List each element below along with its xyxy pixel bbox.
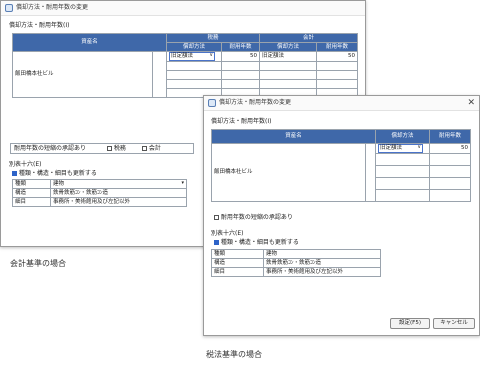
empty-cell[interactable] [166,79,223,89]
shorten-acc-option[interactable]: 会計 [142,145,161,153]
app-icon [5,4,13,12]
close-icon[interactable]: ✕ [467,96,475,110]
empty-cell[interactable] [375,153,431,166]
dialog-title: 償却方法・耐用年数の変更 [16,4,89,11]
empty-cell[interactable] [259,61,318,71]
category-value-text: 建物 [53,180,65,187]
checkbox-checked[interactable] [12,171,17,176]
tax-life-cell[interactable]: 50 [221,51,261,62]
cancel-button[interactable]: キャンセル [433,318,475,329]
detail-label: 細目 [12,197,51,207]
chevron-down-icon: ∨ [417,144,422,151]
asset-name-cell: 飯田橋本社ビル [12,51,153,98]
category-label: 種類 [211,249,264,259]
method-value: 旧定額法 [380,145,403,151]
appendix-title: 別表十六(E) [211,230,244,237]
detail-value[interactable]: 事務所・美術館用及び左記以外 [50,197,187,207]
asset-name-cell: 飯田橋本社ビル [211,143,366,202]
acc-method-cell[interactable]: 旧定額法 [259,51,318,62]
shorten-label: 耐用年数の短縮の承認あり [220,214,293,221]
header-acc-method: 償却方法 [259,42,318,52]
header-tax-life: 耐用年数 [221,42,261,52]
shorten-tax-option[interactable]: 税務 [107,145,126,153]
header-life: 耐用年数 [429,129,472,144]
header-acc-group: 会計 [259,33,359,43]
empty-cell[interactable] [429,177,472,190]
dialog-tax: 償却方法・耐用年数の変更 ✕ 償却方法・耐用年数(I) 資産名 償却方法 耐用年… [203,95,480,336]
category-value[interactable]: 建物 ▾ [50,179,187,189]
header-asset: 資産名 [11,33,168,52]
update-label: 種類・構造・細目も更新する [18,170,97,177]
empty-cell[interactable] [221,61,261,71]
empty-cell[interactable] [375,165,431,178]
title-bar: 償却方法・耐用年数の変更 [1,1,365,16]
empty-cell[interactable] [221,79,261,89]
empty-cell[interactable] [316,61,359,71]
method-table: 資産名 税務 会計 償却方法 耐用年数 償却方法 耐用年数 飯田橋本社ビル 旧定… [11,33,359,98]
category-label: 種類 [12,179,51,189]
life-cell[interactable]: 50 [429,143,472,154]
section-title: 償却方法・耐用年数(I) [9,22,70,29]
checkbox-checked[interactable] [214,240,219,245]
tax-method-select[interactable]: 旧定額法 ∨ [169,52,216,61]
asset-spacer [151,51,168,98]
update-option[interactable]: 種類・構造・細目も更新する [12,170,97,178]
method-table: 資産名 償却方法 耐用年数 飯田橋本社ビル 旧定額法 ∨ 50 [210,129,472,202]
shorten-tax-label: 税務 [113,145,126,152]
header-tax-method: 償却方法 [166,42,223,52]
empty-cell[interactable] [259,70,318,80]
detail-value[interactable]: 事務所・美術館用及び左記以外 [263,267,381,277]
empty-cell[interactable] [375,189,431,202]
checkbox[interactable] [214,215,219,220]
update-option[interactable]: 種類・構造・細目も更新する [214,239,299,247]
dialog-title: 償却方法・耐用年数の変更 [219,99,292,106]
empty-cell[interactable] [259,79,318,89]
update-label: 種類・構造・細目も更新する [220,239,299,246]
ok-button[interactable]: 設定(F5) [390,318,430,329]
shorten-approval-box: 耐用年数の短縮の承認あり 税務 会計 [10,143,194,154]
caption-tax: 税法基準の場合 [206,350,262,359]
shorten-label: 耐用年数の短縮の承認あり [14,145,87,152]
empty-cell[interactable] [429,165,472,178]
checkbox[interactable] [107,146,112,151]
title-bar: 償却方法・耐用年数の変更 ✕ [204,96,479,111]
structure-label: 構造 [211,258,264,268]
header-method: 償却方法 [375,129,431,144]
category-table: 種類 建物 構造 鉄骨鉄筋ｺﾝ・鉄筋ｺﾝ造 細目 事務所・美術館用及び左記以外 [211,249,381,277]
category-value[interactable]: 建物 [263,249,381,259]
method-select[interactable]: 旧定額法 ∨ [378,144,424,153]
tax-method-cell[interactable]: 旧定額法 ∨ [166,51,223,62]
shorten-option[interactable]: 耐用年数の短縮の承認あり [214,214,293,222]
dropdown-arrow-icon[interactable]: ▾ [181,181,184,188]
app-icon [208,99,216,107]
empty-cell[interactable] [375,177,431,190]
empty-cell[interactable] [429,189,472,202]
detail-label: 細目 [211,267,264,277]
structure-label: 構造 [12,188,51,198]
empty-cell[interactable] [166,61,223,71]
shorten-acc-label: 会計 [148,145,161,152]
empty-cell[interactable] [316,70,359,80]
header-asset: 資産名 [210,129,377,144]
asset-spacer [364,143,377,202]
category-table: 種類 建物 ▾ 構造 鉄骨鉄筋ｺﾝ・鉄筋ｺﾝ造 細目 事務所・美術館用及び左記以外 [12,179,187,207]
empty-cell[interactable] [316,79,359,89]
tax-method-value: 旧定額法 [171,53,194,59]
section-title: 償却方法・耐用年数(I) [211,118,272,125]
header-tax-group: 税務 [166,33,261,43]
appendix-title: 別表十六(E) [9,161,42,168]
acc-life-cell[interactable]: 50 [316,51,359,62]
method-cell[interactable]: 旧定額法 ∨ [375,143,431,154]
structure-value[interactable]: 鉄骨鉄筋ｺﾝ・鉄筋ｺﾝ造 [263,258,381,268]
empty-cell[interactable] [221,70,261,80]
caption-accounting: 会計基準の場合 [10,259,66,268]
empty-cell[interactable] [429,153,472,166]
structure-value[interactable]: 鉄骨鉄筋ｺﾝ・鉄筋ｺﾝ造 [50,188,187,198]
empty-cell[interactable] [166,70,223,80]
checkbox[interactable] [142,146,147,151]
header-acc-life: 耐用年数 [316,42,359,52]
chevron-down-icon: ∨ [209,52,214,59]
